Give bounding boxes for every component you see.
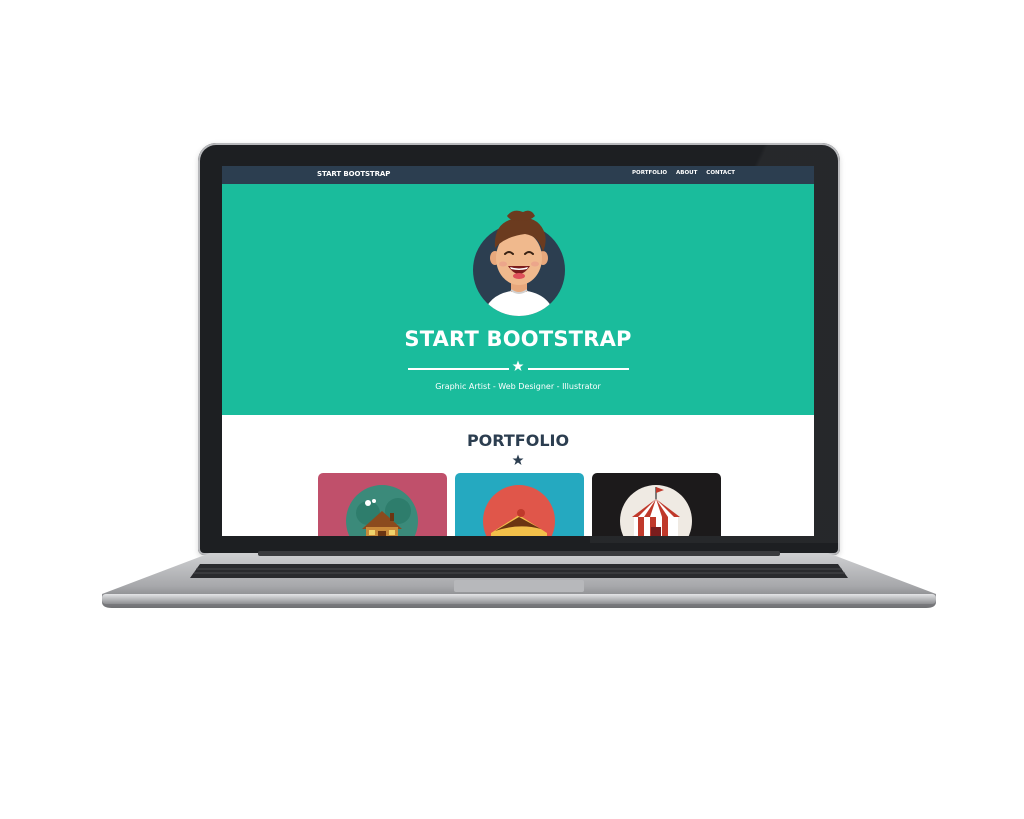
circus-tent-icon [620, 485, 692, 536]
portfolio-card-cake[interactable] [455, 473, 584, 536]
star-icon [512, 360, 524, 371]
divider-line-left [408, 368, 509, 370]
nav-link-portfolio[interactable]: PORTFOLIO [632, 170, 667, 176]
hero-title: START BOOTSTRAP [404, 327, 632, 351]
navbar-brand[interactable]: START BOOTSTRAP [317, 170, 390, 178]
avatar [473, 206, 565, 318]
star-icon [512, 454, 524, 465]
cabin-icon [346, 485, 418, 536]
portfolio-card-cabin[interactable] [318, 473, 447, 536]
laptop-screen: START BOOTSTRAP PORTFOLIO ABOUT CONTACT [222, 166, 814, 536]
nav-links: PORTFOLIO ABOUT CONTACT [632, 170, 742, 176]
hero-tagline: Graphic Artist - Web Designer - Illustra… [435, 382, 601, 391]
divider-line-right [528, 368, 629, 370]
nav-link-contact[interactable]: CONTACT [706, 170, 735, 176]
cake-icon [483, 485, 555, 536]
portfolio-card-circus[interactable] [592, 473, 721, 536]
hero-section: START BOOTSTRAP Graphic Artist - Web Des… [222, 184, 814, 415]
laptop-base [102, 551, 936, 608]
nav-link-about[interactable]: ABOUT [676, 170, 697, 176]
navbar: START BOOTSTRAP PORTFOLIO ABOUT CONTACT [222, 166, 814, 184]
portfolio-heading: PORTFOLIO [466, 431, 570, 450]
